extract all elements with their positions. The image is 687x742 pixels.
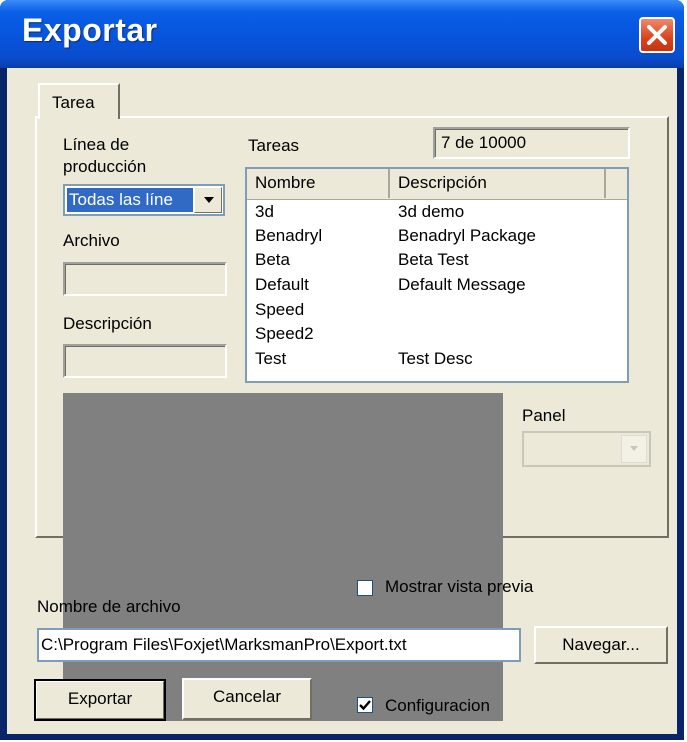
panel-select[interactable] <box>522 431 651 467</box>
show-preview-checkbox[interactable] <box>357 580 373 596</box>
tasks-list-header: Nombre Descripción <box>247 169 627 200</box>
production-line-dropdown-button[interactable] <box>194 187 222 213</box>
file-field <box>63 262 227 296</box>
list-item-name: Benadryl <box>255 226 323 245</box>
export-button-label: Exportar <box>67 689 133 708</box>
browse-button[interactable]: Navegar... <box>534 626 668 664</box>
show-preview-label: Mostrar vista previa <box>385 577 534 596</box>
column-header-description[interactable]: Descripción <box>390 169 606 198</box>
list-item-description: Beta Test <box>398 250 469 269</box>
filename-input[interactable]: C:\Program Files\Foxjet\MarksmanPro\Expo… <box>37 628 521 662</box>
list-item[interactable]: Default Default Message <box>247 275 627 299</box>
config-checkbox[interactable] <box>357 697 373 713</box>
list-item-name: Test <box>255 349 287 368</box>
list-item-description: Test Desc <box>398 349 473 368</box>
chevron-down-icon <box>204 197 214 203</box>
list-item-name: 3d <box>255 202 274 221</box>
cancel-button-label: Cancelar <box>212 687 282 706</box>
cancel-button[interactable]: Cancelar <box>182 678 312 720</box>
export-dialog: Exportar Tarea Línea de producción Todas… <box>0 0 684 740</box>
list-item[interactable]: Beta Beta Test <box>247 250 627 274</box>
column-header-name[interactable]: Nombre <box>247 169 390 198</box>
close-button[interactable] <box>639 17 675 53</box>
list-item-name: Beta <box>255 250 290 269</box>
close-x-icon <box>647 25 667 45</box>
list-item[interactable]: Speed2 <box>247 324 627 348</box>
panel-label: Panel <box>522 406 566 425</box>
tasks-list[interactable]: Nombre Descripción 3d 3d demo Benadryl B… <box>245 167 629 383</box>
dialog-body: Tarea Línea de producción Todas las líne… <box>7 68 677 734</box>
production-line-value: Todas las líne <box>67 188 193 212</box>
export-button[interactable]: Exportar <box>34 679 166 721</box>
chevron-down-icon <box>630 446 638 451</box>
list-item[interactable]: Benadryl Benadryl Package <box>247 226 627 250</box>
list-item[interactable]: Test Test Desc <box>247 349 627 373</box>
tab-label: Tarea <box>52 93 95 112</box>
list-item[interactable]: Speed <box>247 300 627 324</box>
list-item-name: Speed2 <box>255 324 314 343</box>
list-item-name: Speed <box>255 300 305 319</box>
preview-area <box>63 393 503 721</box>
tab-tarea[interactable]: Tarea <box>38 83 120 119</box>
production-line-label-1: Línea de <box>63 135 130 154</box>
filename-label: Nombre de archivo <box>37 597 181 616</box>
title-bar[interactable]: Exportar <box>0 0 684 68</box>
list-item-description: 3d demo <box>398 202 465 221</box>
panel-dropdown-button[interactable] <box>621 435 647 463</box>
tasks-count-box: 7 de 10000 <box>433 127 630 159</box>
list-item-description: Benadryl Package <box>398 226 536 245</box>
check-icon <box>359 700 371 711</box>
list-item-name: Default <box>255 275 309 294</box>
dialog-title: Exportar <box>22 12 158 48</box>
production-line-select[interactable]: Todas las líne <box>63 184 225 216</box>
tasks-count: 7 de 10000 <box>441 133 527 152</box>
config-label: Configuracion <box>385 696 490 715</box>
tasks-label: Tareas <box>248 136 300 155</box>
production-line-label-2: producción <box>63 157 147 176</box>
description-field <box>63 344 227 378</box>
file-label: Archivo <box>63 231 120 250</box>
list-item-description: Default Message <box>398 275 526 294</box>
list-item[interactable]: 3d 3d demo <box>247 202 627 226</box>
browse-button-label: Navegar... <box>562 635 640 654</box>
description-label: Descripción <box>63 314 152 333</box>
